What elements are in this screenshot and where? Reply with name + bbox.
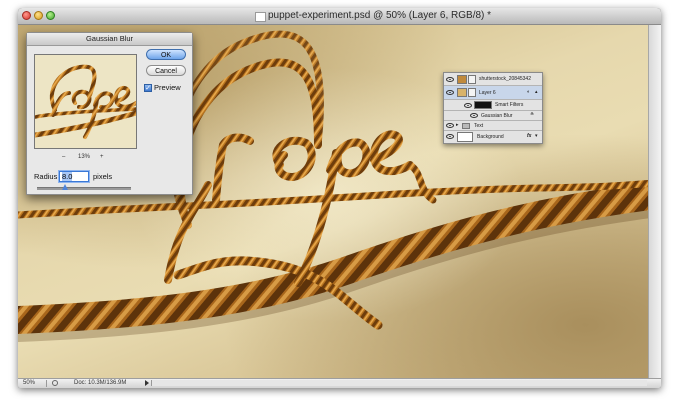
radius-slider-track[interactable] <box>37 187 131 190</box>
smart-object-icon <box>468 75 476 84</box>
dialog-title[interactable]: Gaussian Blur <box>27 33 192 46</box>
horizontal-scrollbar[interactable] <box>151 380 647 386</box>
preview-label[interactable]: Preview <box>154 83 181 93</box>
document-size: Doc: 10.3M/136.9M <box>74 380 127 386</box>
visibility-eye-icon[interactable] <box>464 103 472 108</box>
close-window-button[interactable] <box>22 11 31 20</box>
preview-checkbox[interactable]: ✓ <box>144 84 152 92</box>
layer-name: Text <box>474 123 484 129</box>
expand-arrow-icon[interactable]: ▸ <box>456 122 459 128</box>
layer-name: shutterstock_20845342 <box>479 76 531 82</box>
window-title: puppet-experiment.psd @ 50% (Layer 6, RG… <box>268 10 492 21</box>
layers-panel: shutterstock_20845342 Layer 6 ◐ ▴ Smart … <box>443 72 543 144</box>
gaussian-blur-dialog: Gaussian Blur – 13% + OK Cancel ✓ Previe… <box>26 32 193 195</box>
layer-name: Gaussian Blur <box>481 113 513 119</box>
radius-label: Radius: <box>34 172 60 181</box>
radius-input[interactable]: 8.0 <box>59 171 89 182</box>
zoom-in-button[interactable]: + <box>100 154 104 160</box>
layer-name: Background <box>477 134 504 140</box>
status-info-icon[interactable] <box>52 380 58 386</box>
radius-unit-label: pixels <box>93 172 113 181</box>
smart-object-icon <box>468 88 476 97</box>
layer-row-text[interactable]: ▸ Text <box>444 121 542 131</box>
status-divider <box>46 380 47 387</box>
radius-value: 8.0 <box>62 172 73 181</box>
folder-icon <box>462 123 470 129</box>
filter-effects-icon[interactable]: ◐ <box>527 89 530 95</box>
visibility-eye-icon[interactable] <box>446 123 454 128</box>
layer-name: Smart Filters <box>495 102 524 108</box>
zoom-level[interactable]: 50% <box>23 379 43 388</box>
layer-thumbnail <box>457 88 467 97</box>
status-menu-arrow-icon[interactable] <box>145 380 149 386</box>
cancel-button[interactable]: Cancel <box>146 65 186 76</box>
collapse-arrow-icon[interactable]: ▴ <box>535 89 538 95</box>
vertical-scrollbar[interactable] <box>648 25 661 378</box>
layer-row-background[interactable]: Background fx ▾ <box>444 131 542 143</box>
filter-mask-thumbnail <box>474 101 492 109</box>
layer-row-smart-filters[interactable]: Smart Filters <box>444 100 542 111</box>
collapse-arrow-icon[interactable]: ▾ <box>535 133 538 139</box>
layer-row-gaussian-blur[interactable]: Gaussian Blur ≚ <box>444 111 542 121</box>
fx-icon[interactable]: fx <box>527 133 531 139</box>
visibility-eye-icon[interactable] <box>470 113 478 118</box>
layer-thumbnail <box>457 132 473 142</box>
radius-slider-thumb[interactable] <box>62 184 69 190</box>
preview-zoom-percent: 13% <box>78 154 91 160</box>
preview-zoom-controls: – 13% + <box>27 154 144 164</box>
blur-preview[interactable] <box>34 54 137 149</box>
filter-blending-options-icon[interactable]: ≚ <box>530 112 534 118</box>
minimize-window-button[interactable] <box>34 11 43 20</box>
document-icon <box>255 12 266 22</box>
title-bar[interactable]: puppet-experiment.psd @ 50% (Layer 6, RG… <box>18 8 661 25</box>
zoom-window-button[interactable] <box>46 11 55 20</box>
layer-name: Layer 6 <box>479 90 496 96</box>
preview-image <box>35 55 136 148</box>
layer-row-shutterstock[interactable]: shutterstock_20845342 <box>444 73 542 86</box>
ok-button[interactable]: OK <box>146 49 186 60</box>
visibility-eye-icon[interactable] <box>446 134 454 139</box>
layer-row-layer-6[interactable]: Layer 6 ◐ ▴ <box>444 86 542 100</box>
zoom-out-button[interactable]: – <box>62 154 65 160</box>
status-bar: 50% Doc: 10.3M/136.9M <box>18 378 661 388</box>
visibility-eye-icon[interactable] <box>446 90 454 95</box>
layer-thumbnail <box>457 75 467 84</box>
visibility-eye-icon[interactable] <box>446 77 454 82</box>
